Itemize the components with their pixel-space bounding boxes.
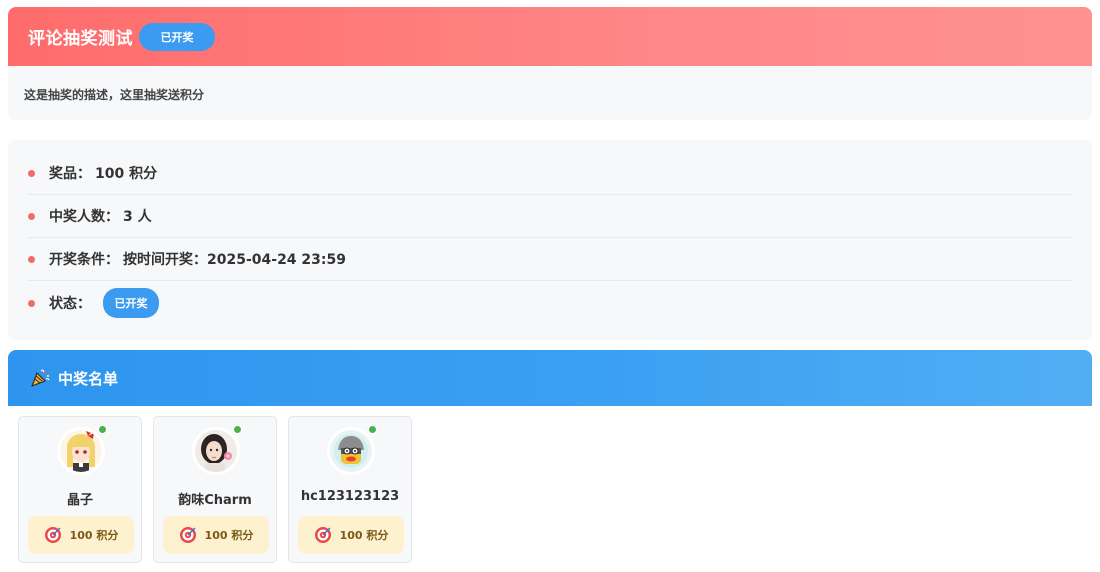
info-row-winners-count: 中奖人数： 3 人 [28, 195, 1072, 238]
winners-list: 晶子 100 积分 韵味Charm 100 积分 hc123123123 100… [18, 416, 412, 564]
info-row-condition: 开奖条件： 按时间开奖：2025-04-24 23:59 [28, 238, 1072, 281]
winners-header: 中奖名单 [8, 350, 1092, 406]
winner-card[interactable]: 韵味Charm 100 积分 [153, 416, 277, 563]
online-status-dot [233, 425, 242, 434]
info-label: 中奖人数： [49, 209, 119, 225]
info-row-status: 状态： 已开奖 [28, 281, 1072, 325]
prize-tag: 100 积分 [298, 516, 404, 554]
winner-card[interactable]: hc123123123 100 积分 [288, 416, 412, 563]
target-icon [314, 527, 331, 543]
target-icon [44, 527, 61, 543]
lottery-header: 评论抽奖测试 已开奖 [8, 7, 1092, 66]
status-badge: 已开奖 [103, 288, 159, 318]
info-value: 按时间开奖：2025-04-24 23:59 [123, 252, 346, 268]
info-label: 状态： [49, 296, 91, 312]
lottery-title: 评论抽奖测试 [28, 29, 133, 49]
party-popper-icon [31, 369, 50, 387]
anime-girl-avatar-icon [60, 430, 102, 472]
lottery-description: 这是抽奖的描述，这里抽奖送积分 [24, 88, 205, 102]
bullet-icon [28, 212, 35, 220]
online-status-dot [368, 425, 377, 434]
winner-name: hc123123123 [300, 489, 400, 504]
winners-title: 中奖名单 [58, 369, 119, 388]
status-badge: 已开奖 [139, 22, 215, 51]
avatar [327, 427, 375, 475]
prize-label: 100 积分 [69, 529, 119, 542]
bullet-icon [28, 255, 35, 263]
prize-tag: 100 积分 [28, 516, 134, 554]
winner-name: 晶子 [66, 493, 93, 508]
cartoon-avatar-icon [330, 430, 372, 472]
info-row-prize: 奖品： 100 积分 [28, 152, 1072, 195]
lottery-info-card: 奖品： 100 积分 中奖人数： 3 人 开奖条件： 按时间开奖：2025-04… [8, 140, 1092, 340]
avatar [192, 427, 240, 475]
online-status-dot [98, 425, 107, 434]
info-value: 3 人 [123, 209, 152, 225]
prize-label: 100 积分 [339, 529, 389, 542]
page: 评论抽奖测试 已开奖 这是抽奖的描述，这里抽奖送积分 奖品： 100 积分 中奖… [0, 0, 1100, 572]
bullet-icon [28, 169, 35, 177]
lottery-card: 评论抽奖测试 已开奖 这是抽奖的描述，这里抽奖送积分 [8, 7, 1092, 120]
winner-card[interactable]: 晶子 100 积分 [18, 416, 142, 563]
avatar [57, 427, 105, 475]
prize-label: 100 积分 [204, 529, 254, 542]
target-icon [179, 527, 196, 543]
winner-name: 韵味Charm [178, 493, 252, 508]
prize-tag: 100 积分 [163, 516, 269, 554]
info-value: 100 积分 [95, 166, 158, 182]
info-label: 开奖条件： [49, 252, 119, 268]
portrait-avatar-icon [195, 430, 237, 472]
bullet-icon [28, 299, 35, 307]
info-label: 奖品： [49, 166, 91, 182]
